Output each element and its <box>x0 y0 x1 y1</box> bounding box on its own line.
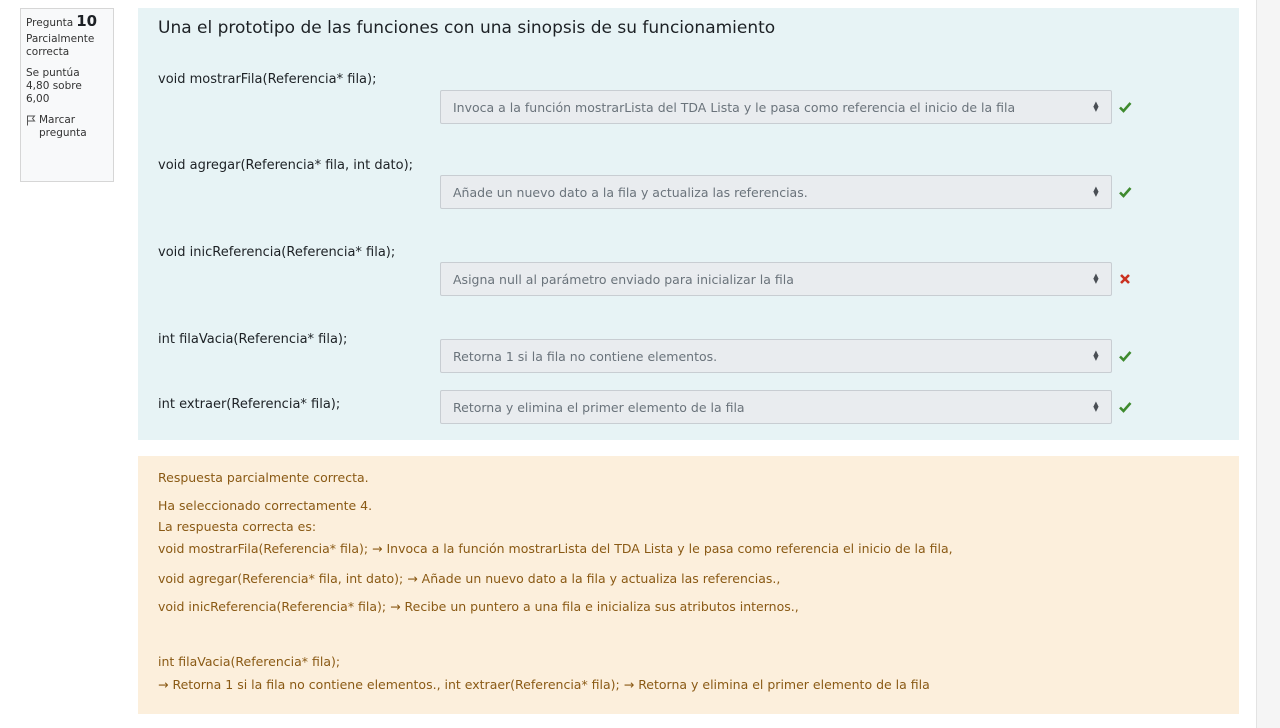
answer-select[interactable]: Retorna y elimina el primer elemento de … <box>440 390 1112 424</box>
select-caret-icon: ▲ ▼ <box>1093 272 1099 285</box>
feedback-right-answer-label: La respuesta correcta es: <box>158 519 317 534</box>
grade-line: 4,80 sobre <box>26 80 82 92</box>
check-icon <box>1119 187 1132 198</box>
flag-label: pregunta <box>39 127 87 139</box>
select-caret-icon: ▲ ▼ <box>1093 349 1099 362</box>
feedback-count: Ha seleccionado correctamente 4. <box>158 498 373 513</box>
answer-select[interactable]: Invoca a la función mostrarLista del TDA… <box>440 90 1112 124</box>
question-number: Pregunta 10 <box>26 12 108 30</box>
answer-select[interactable]: Retorna 1 si la fila no contiene element… <box>440 339 1112 373</box>
question-state: Parcialmente correcta <box>26 33 108 59</box>
cross-icon <box>1120 274 1130 284</box>
page-scrollbar[interactable] <box>1256 0 1280 728</box>
select-caret-icon: ▲ ▼ <box>1093 185 1099 198</box>
check-icon <box>1119 351 1132 362</box>
prototype-label: void agregar(Referencia* fila, int dato)… <box>158 158 414 173</box>
prototype-label: int filaVacia(Referencia* fila); <box>158 332 348 347</box>
state-line: Parcialmente <box>26 33 95 45</box>
feedback-answer-line: void mostrarFila(Referencia* fila); → In… <box>158 541 953 556</box>
state-line: correcta <box>26 46 70 58</box>
question-text: Una el prototipo de las funciones con un… <box>158 18 776 38</box>
select-value: Retorna y elimina el primer elemento de … <box>453 399 745 415</box>
feedback-answer-line: → Retorna 1 si la fila no contiene eleme… <box>158 677 930 692</box>
check-icon <box>1119 102 1132 113</box>
select-value: Invoca a la función mostrarLista del TDA… <box>453 99 1016 115</box>
answer-select[interactable]: Asigna null al parámetro enviado para in… <box>440 262 1112 296</box>
flag-label: Marcar <box>39 114 76 126</box>
feedback-answer-line: int filaVacia(Referencia* fila); <box>158 654 341 669</box>
flag-icon <box>27 115 36 126</box>
grade-line: 6,00 <box>26 93 50 105</box>
grade-line: Se puntúa <box>26 67 80 79</box>
question-word: Pregunta <box>26 17 74 29</box>
check-icon <box>1119 402 1132 413</box>
flag-question-link[interactable]: Marcar pregunta <box>26 114 108 140</box>
select-caret-icon: ▲ ▼ <box>1093 100 1099 113</box>
feedback-panel: Respuesta parcialmente correcta. Ha sele… <box>138 456 1239 714</box>
question-number-value: 10 <box>76 12 98 30</box>
prototype-label: void mostrarFila(Referencia* fila); <box>158 72 377 87</box>
answer-select[interactable]: Añade un nuevo dato a la fila y actualiz… <box>440 175 1112 209</box>
select-value: Retorna 1 si la fila no contiene element… <box>453 348 718 364</box>
prototype-label: void inicReferencia(Referencia* fila); <box>158 245 396 260</box>
question-info-panel: Pregunta 10 Parcialmente correcta Se pun… <box>20 8 114 182</box>
feedback-summary: Respuesta parcialmente correcta. <box>158 470 369 485</box>
select-value: Añade un nuevo dato a la fila y actualiz… <box>453 184 808 200</box>
question-content: Una el prototipo de las funciones con un… <box>138 8 1239 440</box>
feedback-answer-line: void agregar(Referencia* fila, int dato)… <box>158 571 781 586</box>
question-grade: Se puntúa 4,80 sobre 6,00 <box>26 67 108 106</box>
prototype-label: int extraer(Referencia* fila); <box>158 397 341 412</box>
select-caret-icon: ▲ ▼ <box>1093 400 1099 413</box>
select-value: Asigna null al parámetro enviado para in… <box>453 271 794 287</box>
feedback-answer-line: void inicReferencia(Referencia* fila); →… <box>158 599 799 614</box>
